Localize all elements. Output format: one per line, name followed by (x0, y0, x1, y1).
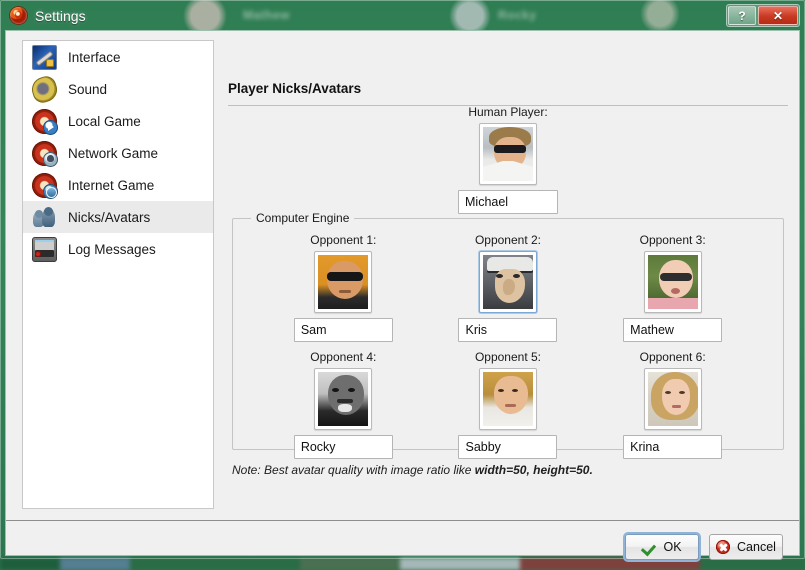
sidebar-item-nicks-avatars[interactable]: Nicks/Avatars (23, 201, 213, 233)
local-game-icon (32, 108, 58, 135)
sidebar-item-internet-game[interactable]: Internet Game (23, 169, 213, 201)
avatar-mathew[interactable] (643, 250, 702, 313)
opponent-4: Opponent 4: (261, 350, 426, 459)
opponent-5: Opponent 5: (426, 350, 591, 459)
sidebar-item-network-game[interactable]: Network Game (23, 137, 213, 169)
sidebar-item-label: Log Messages (68, 241, 156, 257)
avatar-image (647, 254, 698, 309)
avatar-image (318, 371, 369, 426)
sound-icon (28, 73, 61, 105)
avatar-sabby[interactable] (478, 367, 537, 430)
window-title: Settings (35, 7, 86, 24)
avatar-michael[interactable] (479, 123, 537, 185)
opponent-1-nick-input[interactable] (293, 317, 393, 342)
sidebar-item-label: Nicks/Avatars (68, 209, 151, 225)
opponent-grid: Opponent 1: Opponent 2: (245, 231, 771, 459)
page-title: Player Nicks/Avatars (228, 81, 362, 96)
opponent-5-nick-input[interactable] (458, 434, 558, 459)
globe-badge-icon (43, 183, 58, 199)
opponent-6-nick-input[interactable] (623, 434, 723, 459)
title-bar[interactable]: Settings ? ✕ (1, 1, 804, 30)
opponent-3-nick-input[interactable] (623, 317, 723, 342)
opponent-caption: Opponent 2: (474, 232, 542, 247)
dialog-buttons: OK Cancel (625, 534, 783, 560)
sidebar-item-label: Local Game (68, 113, 141, 129)
settings-sidebar: Interface Sound Local Game Network Game (22, 40, 214, 509)
avatar-image (647, 371, 698, 426)
sidebar-item-label: Internet Game (68, 177, 155, 193)
avatar-note: Note: Best avatar quality with image rat… (232, 463, 593, 477)
avatar-image (318, 254, 369, 309)
sidebar-item-interface[interactable]: Interface (23, 41, 213, 73)
opponent-caption: Opponent 4: (310, 349, 377, 364)
settings-window: Settings ? ✕ Interface Sound Local Game (0, 0, 805, 560)
sidebar-item-label: Network Game (68, 145, 159, 161)
avatar-kris[interactable] (478, 250, 537, 313)
avatar-image (482, 254, 533, 309)
ok-button[interactable]: OK (625, 534, 699, 560)
avatar-krina[interactable] (643, 367, 702, 430)
internet-game-icon (32, 172, 58, 199)
computer-engine-legend: Computer Engine (256, 211, 350, 225)
opponent-caption: Opponent 6: (639, 349, 706, 364)
human-player-section: Human Player: (444, 105, 572, 214)
avatar-sam[interactable] (314, 250, 373, 313)
avatar-rocky[interactable] (314, 367, 373, 430)
avatar-image (482, 371, 533, 426)
opponent-2-nick-input[interactable] (458, 317, 558, 342)
sidebar-item-sound[interactable]: Sound (23, 73, 213, 105)
avatar-image (483, 127, 533, 181)
cancel-button-label: Cancel (737, 540, 776, 554)
opponent-4-nick-input[interactable] (293, 434, 393, 459)
cancel-icon (716, 540, 731, 554)
ok-button-label: OK (663, 540, 682, 554)
network-game-icon (32, 140, 58, 167)
opponent-2: Opponent 2: (426, 233, 591, 342)
interface-icon (32, 44, 57, 70)
footer-divider (6, 520, 799, 521)
nicks-avatars-icon (32, 205, 57, 230)
app-logo-icon (10, 7, 27, 24)
cancel-button[interactable]: Cancel (709, 534, 783, 560)
sidebar-item-label: Sound (68, 81, 108, 97)
play-badge-icon (43, 119, 58, 135)
help-button[interactable]: ? (728, 6, 756, 25)
opponent-6: Opponent 6: (590, 350, 755, 459)
note-prefix: Note: Best avatar quality with image rat… (232, 463, 475, 477)
computer-engine-group: Computer Engine Opponent 1: Opponent 2: (232, 211, 784, 459)
client-area: Interface Sound Local Game Network Game (5, 30, 800, 560)
checkmark-icon (642, 540, 656, 554)
opponent-caption: Opponent 1: (310, 232, 377, 247)
sidebar-item-label: Interface (68, 49, 121, 65)
log-messages-icon (32, 236, 57, 262)
opponent-caption: Opponent 5: (474, 349, 542, 364)
main-panel: Player Nicks/Avatars Human Player: Micha… (228, 43, 788, 503)
sidebar-item-log-messages[interactable]: Log Messages (23, 233, 213, 265)
window-controls: ? ✕ (726, 4, 800, 27)
opponent-caption: Opponent 3: (639, 232, 706, 247)
note-emphasis: width=50, height=50. (474, 463, 593, 477)
opponent-3: Opponent 3: (590, 233, 755, 342)
sidebar-item-local-game[interactable]: Local Game (23, 105, 213, 137)
people-badge-icon (43, 151, 58, 167)
opponent-1: Opponent 1: (261, 233, 426, 342)
human-player-caption: Human Player: (468, 105, 548, 119)
close-button[interactable]: ✕ (758, 6, 798, 25)
